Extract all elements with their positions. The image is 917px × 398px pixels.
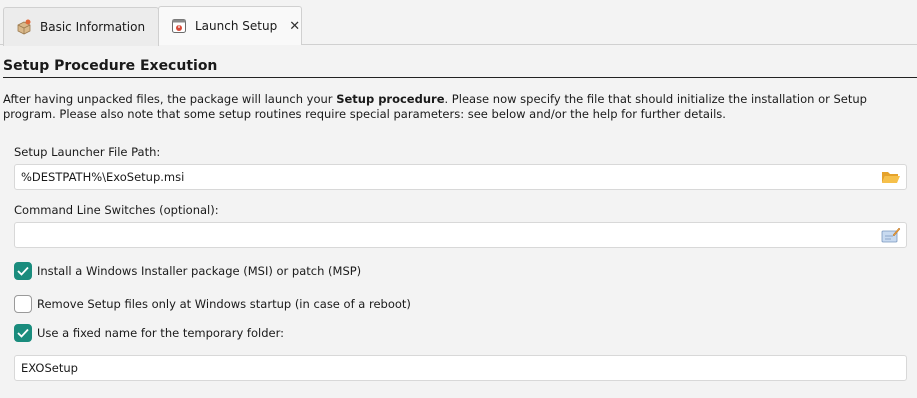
install-msi-label: Install a Windows Installer package (MSI… (37, 264, 362, 278)
edit-icon[interactable] (881, 226, 901, 244)
fixed-temp-folder-label: Use a fixed name for the temporary folde… (37, 326, 284, 340)
command-switches-label: Command Line Switches (optional): (14, 203, 219, 217)
temp-folder-name-field[interactable]: EXOSetup (14, 355, 907, 381)
close-icon[interactable]: ✕ (289, 19, 300, 34)
box-icon (15, 18, 33, 36)
fixed-temp-folder-checkbox[interactable] (14, 324, 32, 342)
tab-label: Launch Setup (195, 19, 278, 33)
section-title: Setup Procedure Execution (3, 58, 917, 78)
launcher-path-label: Setup Launcher File Path: (14, 145, 161, 159)
launcher-path-value[interactable]: %DESTPATH%\ExoSetup.msi (21, 170, 881, 184)
setup-icon (170, 17, 188, 35)
remove-setup-label: Remove Setup files only at Windows start… (37, 297, 411, 311)
tab-bar: Basic Information ✕ Launch Setup ✕ (0, 0, 917, 46)
section-description: After having unpacked files, the package… (3, 92, 908, 122)
launcher-path-field[interactable]: %DESTPATH%\ExoSetup.msi (14, 164, 907, 190)
desc-text-bold: Setup procedure (336, 92, 445, 106)
desc-text-start: After having unpacked files, the package… (3, 92, 337, 106)
command-switches-field[interactable] (14, 222, 907, 248)
tab-label: Basic Information (40, 20, 146, 34)
install-msi-option[interactable]: Install a Windows Installer package (MSI… (14, 262, 361, 280)
folder-open-icon[interactable] (881, 168, 901, 186)
remove-setup-option[interactable]: Remove Setup files only at Windows start… (14, 295, 411, 313)
temp-folder-name-value[interactable]: EXOSetup (21, 361, 906, 375)
fixed-temp-folder-option[interactable]: Use a fixed name for the temporary folde… (14, 324, 284, 342)
remove-setup-checkbox[interactable] (14, 295, 32, 313)
tab-launch-setup[interactable]: Launch Setup ✕ (158, 6, 302, 45)
tab-basic-information[interactable]: Basic Information ✕ (3, 7, 168, 46)
install-msi-checkbox[interactable] (14, 262, 32, 280)
